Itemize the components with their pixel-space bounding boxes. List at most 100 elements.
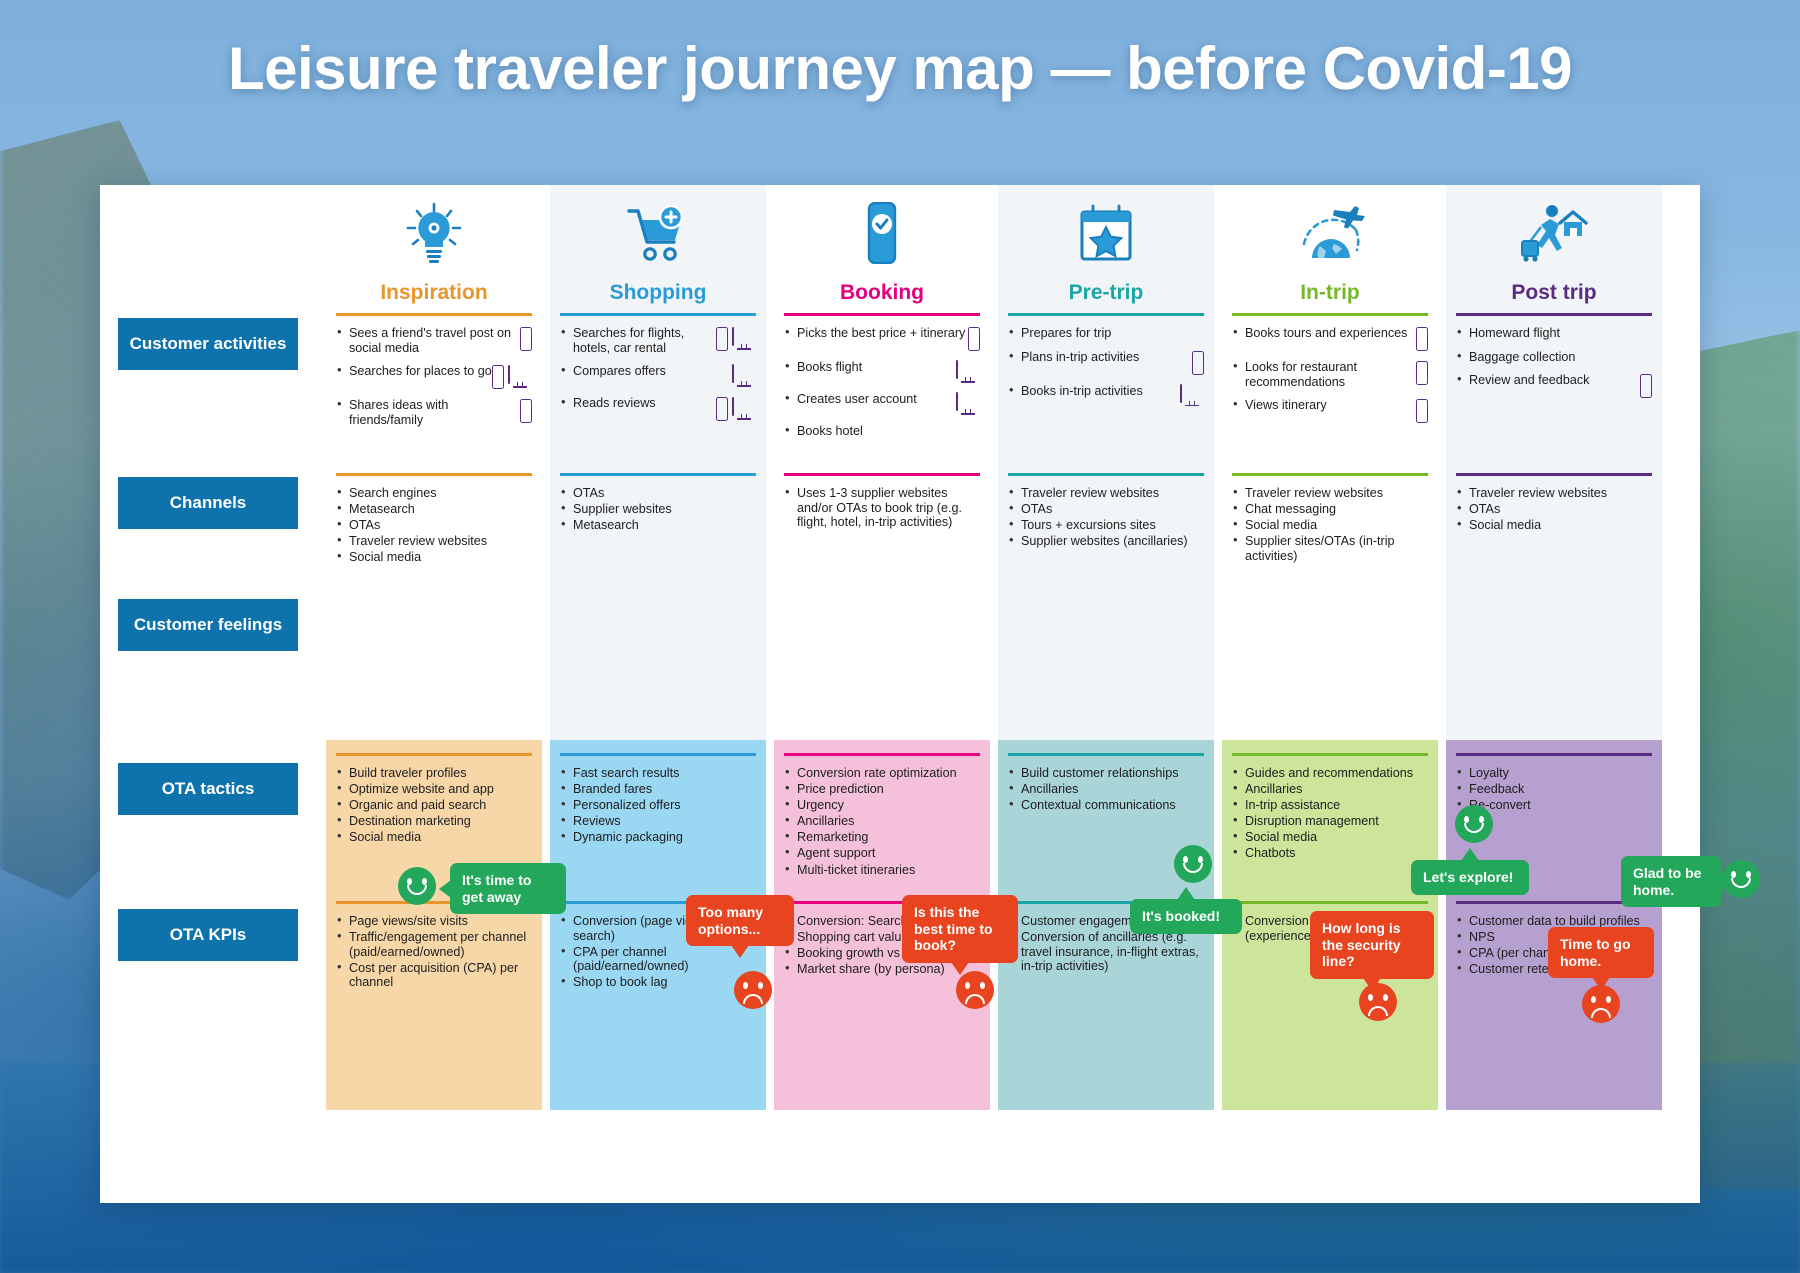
cell-posttrip-activities: Homeward flight Baggage collection Revie… [1446,313,1662,407]
feeling-bubble-posttrip-feeling-happy: Glad to be home. [1621,856,1732,907]
feeling-bubble-text: Let's explore! [1423,869,1514,885]
desktop-icon [1180,383,1204,407]
tactics-item: Conversion rate optimization [784,765,980,781]
device-icons [1416,326,1428,351]
tactics-list: Guides and recommendationsAncillariesIn-… [1232,765,1428,861]
channels-list: OTAsSupplier websitesMetasearch [560,485,756,533]
tactics-list: Fast search resultsBranded faresPersonal… [560,765,756,845]
feeling-bubble-text: How long is the security line? [1322,920,1401,969]
device-icons [716,326,756,351]
activity-item: Searches for places to go [336,363,532,390]
tactics-item: In-trip assistance [1232,797,1428,813]
row-label-ota-kpis: OTA KPIs [118,909,298,961]
activity-label: Picks the best price + itinerary [784,325,968,341]
tactics-item: Dynamic packaging [560,829,756,845]
activity-item: Compares offers [560,363,756,387]
device-icons [1192,350,1204,375]
emotion-area-shopping [550,987,766,1110]
journey-map-board: Inspiration Shopping Booking Pre-trip In… [100,185,1760,1203]
tactics-item: Destination marketing [336,813,532,829]
stage-header-intrip[interactable]: In-trip [1222,197,1438,305]
channels-item: Traveler review websites [1456,485,1652,501]
globe-plane-icon [1222,197,1438,269]
row-label-ota-tactics: OTA tactics [118,763,298,815]
channels-item: Traveler review websites [1232,485,1428,501]
lightbulb-gear-icon [326,197,542,269]
bubble-tail [731,945,749,958]
kpis-item: Shop to book lag [560,974,756,990]
stage-header-pretrip[interactable]: Pre-trip [998,197,1214,305]
cell-posttrip-channels: Traveler review websitesOTAsSocial media [1446,473,1662,534]
activity-label: Books in-trip activities [1008,383,1180,399]
tactics-item: Reviews [560,813,756,829]
channels-list: Traveler review websitesChat messagingSo… [1232,485,1428,563]
device-icons [520,398,532,424]
stage-header-booking[interactable]: Booking [774,197,990,305]
mobile-check-icon [774,197,990,269]
cell-inspiration-kpis: Page views/site visitsTraffic/engagement… [326,901,542,991]
row-label-customer-feelings: Customer feelings [118,599,298,651]
channels-item: Metasearch [560,517,756,533]
stage-label-inspiration: Inspiration [380,281,488,304]
tactics-item: Optimize website and app [336,781,532,797]
cell-rule-intrip-activities [1232,313,1428,316]
cell-pretrip-tactics: Build customer relationshipsAncillariesC… [998,753,1214,814]
cell-rule-booking-activities [784,313,980,316]
activity-item: Homeward flight [1456,325,1652,341]
activity-label: Searches for flights, hotels, car rental [560,325,716,355]
kpis-item: Conversion of ancillaries (e.g. travel i… [1008,929,1204,974]
tactics-item: Agent support [784,845,980,861]
cell-rule-pretrip-tactics [1008,753,1204,756]
happy-face-icon [1455,805,1493,843]
activity-label: Creates user account [784,391,956,407]
activity-label: Books flight [784,359,956,375]
activity-item: Reads reviews [560,395,756,422]
channels-list: Traveler review websitesOTAsSocial media [1456,485,1652,533]
cell-rule-intrip-tactics [1232,753,1428,756]
activity-item: Sees a friend's travel post on social me… [336,325,532,355]
cell-rule-pretrip-activities [1008,313,1204,316]
cell-inspiration-channels: Search enginesMetasearchOTAsTraveler rev… [326,473,542,566]
cell-shopping-channels: OTAsSupplier websitesMetasearch [550,473,766,534]
activity-item: Review and feedback [1456,372,1652,399]
cell-shopping-activities: Searches for flights, hotels, car rental… [550,313,766,430]
tactics-item: Multi-ticket itineraries [784,862,980,878]
row-label-customer-activities: Customer activities [118,318,298,370]
bubble-tail [951,961,969,975]
cell-rule-inspiration-tactics [336,753,532,756]
cell-rule-shopping-channels [560,473,756,476]
stage-label-pretrip: Pre-trip [1068,281,1144,304]
happy-face-icon [398,867,436,905]
tactics-item: Build traveler profiles [336,765,532,781]
tactics-item: Organic and paid search [336,797,532,813]
phone-icon [968,327,980,351]
activity-label: Books hotel [784,423,980,439]
stage-header-posttrip[interactable]: Post trip [1446,197,1662,305]
feeling-bubble-text: Is this the best time to book? [914,904,993,953]
kpis-list: Page views/site visitsTraffic/engagement… [336,913,532,990]
channels-item: Traveler review websites [336,533,532,549]
stage-header-shopping[interactable]: Shopping [550,197,766,305]
feeling-bubble-booking-feeling: Is this the best time to book? [902,895,1018,975]
sad-face-icon [956,971,994,1009]
tactics-list: Conversion rate optimizationPrice predic… [784,765,980,878]
happy-face-icon [1174,845,1212,883]
activity-item: Picks the best price + itinerary [784,325,980,351]
channels-item: Tours + excursions sites [1008,517,1204,533]
cell-pretrip-channels: Traveler review websitesOTAsTours + excu… [998,473,1214,550]
cell-rule-booking-tactics [784,753,980,756]
cell-rule-booking-channels [784,473,980,476]
sad-face-icon [1582,985,1620,1023]
tactics-item: Social media [1232,829,1428,845]
channels-item: Uses 1-3 supplier websites and/or OTAs t… [784,485,980,530]
feeling-bubble-intrip-feeling-sad: How long is the security line? [1310,911,1434,991]
tactics-item: Guides and recommendations [1232,765,1428,781]
activity-label: Homeward flight [1456,325,1652,341]
tactics-item: Feedback [1456,781,1652,797]
tactics-item: Branded fares [560,781,756,797]
tactics-list: LoyaltyFeedbackRe-convert [1456,765,1652,813]
stage-header-inspiration[interactable]: Inspiration [326,197,542,305]
activity-item: Books hotel [784,423,980,439]
channels-item: Chat messaging [1232,501,1428,517]
cell-booking-activities: Picks the best price + itinerary Books f… [774,313,990,448]
